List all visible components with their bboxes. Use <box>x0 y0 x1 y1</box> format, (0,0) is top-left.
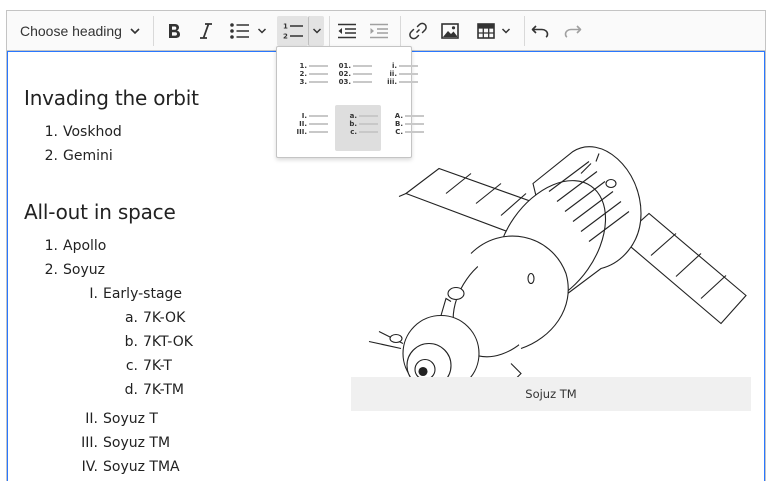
list-marker: II. <box>85 411 98 427</box>
numbered-list-style-dropdown[interactable] <box>308 16 324 46</box>
chevron-down-icon <box>130 28 140 35</box>
toolbar-separator <box>153 16 154 46</box>
list-item-text: Soyuz T <box>103 411 158 427</box>
table-button[interactable] <box>469 16 519 46</box>
list-item-text: Early-stage <box>103 286 183 302</box>
list-item-text: Voskhod <box>63 124 122 140</box>
list-style-marker: 1. <box>299 62 307 70</box>
image-button[interactable] <box>435 16 465 46</box>
list-item-text: Soyuz TM <box>103 435 171 451</box>
list-item-text: 7K-TM <box>143 382 185 398</box>
list-style-marker: 3. <box>299 78 307 86</box>
list-style-upper-roman[interactable]: I. II. III. <box>285 105 331 151</box>
list-item-text: Soyuz TMA <box>103 459 180 475</box>
list-marker: 2. <box>44 262 58 278</box>
list-item-text: 7KT-OK <box>143 334 193 350</box>
list-item-text: Gemini <box>63 148 113 164</box>
numbered-list-icon: 12 <box>283 23 303 41</box>
list-marker: 1. <box>44 238 58 254</box>
list-item-text: Apollo <box>63 238 107 254</box>
list-style-marker: A. <box>394 112 403 120</box>
image-caption[interactable]: Sojuz TM <box>351 377 751 411</box>
list-style-marker: II. <box>299 120 307 128</box>
list-style-marker: iii. <box>387 78 397 86</box>
heading-invading-the-orbit: Invading the orbit <box>24 86 199 110</box>
indent-icon <box>370 23 388 39</box>
chevron-down-icon[interactable] <box>257 26 267 36</box>
list-item: d. 7K-TM <box>125 382 185 398</box>
chevron-down-icon <box>312 28 321 34</box>
bold-button[interactable] <box>159 16 189 46</box>
undo-button[interactable] <box>525 16 555 46</box>
list-style-marker: C. <box>395 128 403 136</box>
list-item: 2. Gemini <box>45 148 113 164</box>
list-item: 2. Soyuz <box>45 262 105 278</box>
list-marker: b. <box>124 334 138 350</box>
list-style-marker: B. <box>395 120 403 128</box>
image-icon <box>441 23 459 39</box>
list-style-marker: 03. <box>338 78 351 86</box>
list-style-marker: ii. <box>389 70 397 78</box>
undo-icon <box>531 25 549 38</box>
list-style-marker: 2. <box>299 70 307 78</box>
list-item-text: Soyuz <box>63 262 105 278</box>
list-style-marker: 02. <box>338 70 351 78</box>
link-icon <box>409 22 427 40</box>
list-item: 1. Voskhod <box>45 124 122 140</box>
heading-dropdown[interactable]: Choose heading <box>14 16 147 46</box>
redo-icon <box>564 25 582 38</box>
toolbar-separator <box>329 16 330 46</box>
list-item: II. Soyuz T <box>85 411 158 427</box>
list-item-text: 7K-OK <box>143 310 186 326</box>
svg-text:2: 2 <box>283 33 288 41</box>
list-style-marker: 01. <box>338 62 351 70</box>
list-style-marker: b. <box>349 120 357 128</box>
list-marker: 1. <box>44 124 58 140</box>
heading-dropdown-label: Choose heading <box>20 23 122 39</box>
list-style-lower-roman[interactable]: i. ii. iii. <box>375 55 421 101</box>
redo-button[interactable] <box>558 16 588 46</box>
list-style-marker: I. <box>301 112 307 120</box>
list-style-marker: a. <box>349 112 357 120</box>
list-style-lower-latin[interactable]: a. b. c. <box>335 105 381 151</box>
list-marker: c. <box>125 358 138 374</box>
list-item: a. 7K-OK <box>125 310 186 326</box>
list-marker: IV. <box>81 459 98 475</box>
italic-button[interactable] <box>191 16 221 46</box>
list-item: I. Early-stage <box>89 286 183 302</box>
list-style-upper-latin[interactable]: A. B. C. <box>381 105 427 151</box>
italic-icon <box>200 23 212 39</box>
indent-button[interactable] <box>364 16 394 46</box>
list-item: b. 7KT-OK <box>125 334 193 350</box>
chevron-down-icon[interactable] <box>501 26 511 36</box>
list-marker: d. <box>124 382 138 398</box>
bulleted-list-icon <box>230 23 249 39</box>
list-marker: III. <box>81 435 98 451</box>
list-item: c. 7K-T <box>126 358 172 374</box>
heading-all-out-in-space: All-out in space <box>24 200 176 224</box>
list-marker: I. <box>89 286 98 302</box>
list-style-marker: c. <box>350 128 357 136</box>
numbered-list-button[interactable]: 12 <box>277 16 308 46</box>
list-item-text: 7K-T <box>143 358 172 374</box>
list-marker: a. <box>124 310 138 326</box>
editor-toolbar: Choose heading 12 <box>7 11 765 51</box>
list-item: IV. Soyuz TMA <box>82 459 180 475</box>
list-item: 1. Apollo <box>45 238 107 254</box>
list-item: III. Soyuz TM <box>81 435 171 451</box>
svg-text:1: 1 <box>283 23 288 31</box>
list-style-marker: III. <box>296 128 307 136</box>
link-button[interactable] <box>403 16 433 46</box>
list-style-marker: i. <box>391 62 397 70</box>
bold-icon <box>169 24 180 38</box>
toolbar-separator <box>400 16 401 46</box>
list-marker: 2. <box>44 148 58 164</box>
bulleted-list-button[interactable] <box>223 16 273 46</box>
outdent-icon <box>338 23 356 39</box>
list-style-decimal[interactable]: 1. 2. 3. <box>285 55 331 101</box>
outdent-button[interactable] <box>332 16 362 46</box>
table-icon <box>477 23 495 39</box>
list-style-decimal-leading-zero[interactable]: 01. 02. 03. <box>329 55 375 101</box>
numbered-list-style-panel: 1. 2. 3. 01. 02. 03. i. ii. iii. I. II. … <box>276 46 424 158</box>
